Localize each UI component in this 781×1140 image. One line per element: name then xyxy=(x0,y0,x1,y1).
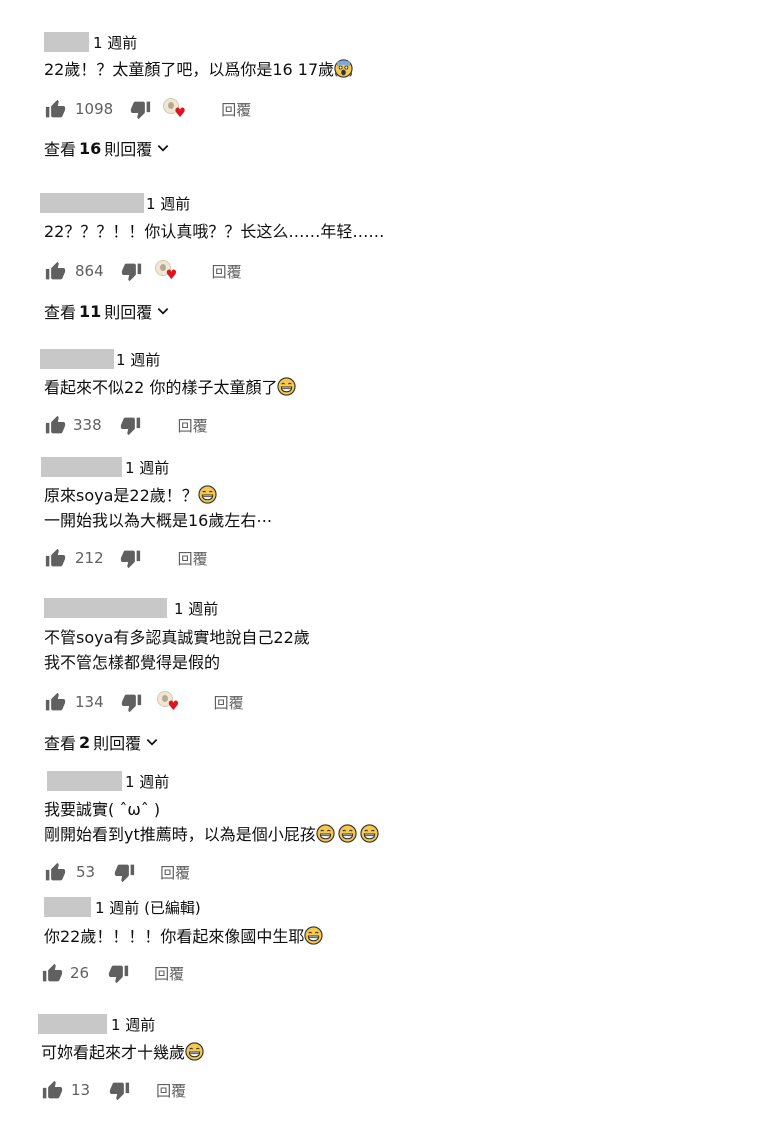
reply-button[interactable]: 回覆 xyxy=(221,99,251,120)
comment-text: 22？？？！！你认真哦？？长这么……年轻…… xyxy=(44,222,385,241)
thumb-up-icon[interactable] xyxy=(44,861,66,883)
comment-timestamp[interactable]: 1 週前 xyxy=(111,1014,155,1035)
thumb-up-icon[interactable] xyxy=(44,691,66,713)
comment-text: 看起來不似22 你的樣子太童顏了 xyxy=(44,375,296,400)
thumb-down-icon[interactable] xyxy=(120,547,142,569)
like-count: 1098 xyxy=(75,100,114,118)
author-name-redacted[interactable] xyxy=(41,457,122,477)
like-count: 212 xyxy=(75,549,104,567)
grinning-sweat-emoji xyxy=(360,824,379,843)
like-count: 13 xyxy=(71,1081,91,1099)
thumb-up-icon[interactable] xyxy=(41,962,63,984)
screaming-face-emoji xyxy=(334,59,353,78)
author-name-redacted[interactable] xyxy=(47,771,122,791)
like-count: 338 xyxy=(73,416,102,434)
chevron-down-icon xyxy=(155,303,171,319)
like-count: 53 xyxy=(76,863,96,881)
thumb-down-icon[interactable] xyxy=(113,861,135,883)
chevron-down-icon xyxy=(144,734,160,750)
comment-timestamp[interactable]: 1 週前 xyxy=(93,32,137,53)
like-count: 864 xyxy=(75,262,104,280)
view-replies-button[interactable]: 查看 2 則回覆 xyxy=(44,730,160,754)
creator-heart-icon: ♥ xyxy=(156,691,179,713)
grinning-sweat-emoji xyxy=(198,485,217,504)
chevron-down-icon xyxy=(155,140,171,156)
comment-timestamp[interactable]: 1 週前 xyxy=(116,349,160,370)
grinning-sweat-emoji xyxy=(316,824,335,843)
like-count: 26 xyxy=(70,964,90,982)
thumb-down-icon[interactable] xyxy=(108,1079,130,1101)
comment-timestamp[interactable]: 1 週前 xyxy=(125,771,169,792)
comment-text: 不管soya有多認真誠實地說自己22歲 我不管怎樣都覺得是假的 xyxy=(44,628,310,672)
author-name-redacted[interactable] xyxy=(44,598,167,618)
thumb-down-icon[interactable] xyxy=(121,260,143,282)
author-name-redacted[interactable] xyxy=(40,193,144,213)
reply-button[interactable]: 回覆 xyxy=(178,548,208,569)
comment-text: 22歲！？太童顏了吧，以爲你是16 17歲 xyxy=(44,57,353,82)
thumb-down-icon[interactable] xyxy=(120,414,142,436)
comment-timestamp[interactable]: 1 週前 (已編輯) xyxy=(95,897,201,918)
thumb-up-icon[interactable] xyxy=(44,260,66,282)
like-count: 134 xyxy=(75,693,104,711)
reply-button[interactable]: 回覆 xyxy=(154,963,184,984)
view-replies-button[interactable]: 查看 11 則回覆 xyxy=(44,299,171,323)
thumb-down-icon[interactable] xyxy=(121,691,143,713)
creator-heart-icon: ♥ xyxy=(163,98,186,120)
creator-heart-icon: ♥ xyxy=(154,260,177,282)
grinning-sweat-emoji xyxy=(277,377,296,396)
thumb-down-icon[interactable] xyxy=(107,962,129,984)
thumb-down-icon[interactable] xyxy=(129,98,151,120)
thumb-up-icon[interactable] xyxy=(44,414,66,436)
view-replies-button[interactable]: 查看 16 則回覆 xyxy=(44,136,171,160)
reply-button[interactable]: 回覆 xyxy=(212,261,242,282)
comment-text: 可妳看起來才十幾歲 xyxy=(41,1040,204,1065)
author-name-redacted[interactable] xyxy=(40,349,114,369)
reply-button[interactable]: 回覆 xyxy=(156,1080,186,1101)
grinning-sweat-emoji xyxy=(304,926,323,945)
grinning-sweat-emoji xyxy=(338,824,357,843)
author-name-redacted[interactable] xyxy=(44,897,91,917)
author-name-redacted[interactable] xyxy=(44,32,89,52)
comment-timestamp[interactable]: 1 週前 xyxy=(125,457,169,478)
thumb-up-icon[interactable] xyxy=(41,1079,63,1101)
comment-timestamp[interactable]: 1 週前 xyxy=(174,598,218,619)
reply-button[interactable]: 回覆 xyxy=(160,862,190,883)
comment-text: 我要誠實( ˆωˆ ) 剛開始看到yt推薦時，以為是個小屁孩 xyxy=(44,797,379,847)
thumb-up-icon[interactable] xyxy=(44,547,66,569)
thumb-up-icon[interactable] xyxy=(44,98,66,120)
reply-button[interactable]: 回覆 xyxy=(214,692,244,713)
comment-text: 你22歲！！！！你看起來像國中生耶 xyxy=(44,924,323,949)
comment-text: 原來soya是22歲！？ 一開始我以為大概是16歲左右⋯ xyxy=(44,485,273,530)
author-name-redacted[interactable] xyxy=(38,1014,107,1034)
comment-timestamp[interactable]: 1 週前 xyxy=(146,193,190,214)
reply-button[interactable]: 回覆 xyxy=(178,415,208,436)
grinning-sweat-emoji xyxy=(185,1042,204,1061)
